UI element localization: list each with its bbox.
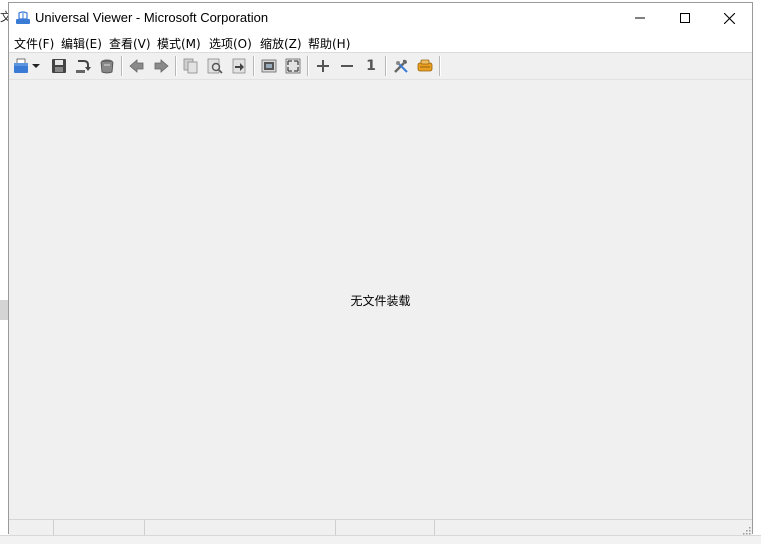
zoom-in-icon bbox=[317, 60, 329, 72]
copy-icon bbox=[183, 58, 198, 74]
toolbar-separator bbox=[121, 56, 123, 76]
open-file-icon bbox=[14, 58, 28, 73]
menu-mode[interactable]: 模式(M) bbox=[157, 35, 201, 52]
no-file-message: 无文件装载 bbox=[350, 294, 411, 308]
save-icon bbox=[52, 59, 66, 73]
menu-help[interactable]: 帮助(H) bbox=[308, 35, 350, 52]
status-bar bbox=[9, 519, 752, 535]
fullscreen-icon bbox=[285, 58, 301, 74]
background-window-edge bbox=[0, 300, 8, 320]
minimize-icon bbox=[634, 17, 645, 19]
open-button[interactable] bbox=[11, 56, 31, 76]
fit-window-icon bbox=[261, 59, 277, 73]
fit-window-button[interactable] bbox=[259, 56, 279, 76]
toolbar-separator bbox=[175, 56, 177, 76]
actual-size-icon: 1 bbox=[366, 58, 376, 74]
open-dropdown-button[interactable] bbox=[31, 56, 41, 76]
window-title: Universal Viewer - Microsoft Corporation bbox=[35, 10, 269, 25]
maximize-button[interactable] bbox=[662, 3, 707, 33]
forward-button[interactable] bbox=[151, 56, 171, 76]
copy-button[interactable] bbox=[181, 56, 201, 76]
viewer-content-area[interactable]: 无文件装载 bbox=[9, 80, 752, 520]
reload-icon bbox=[76, 60, 91, 73]
app-window: Universal Viewer - Microsoft Corporation… bbox=[8, 2, 753, 535]
reload-button[interactable] bbox=[73, 56, 93, 76]
app-icon bbox=[15, 10, 31, 26]
toolbar: 1 bbox=[9, 53, 752, 80]
zoom-out-button[interactable] bbox=[337, 56, 357, 76]
close-icon bbox=[724, 12, 735, 24]
resize-grip-icon[interactable] bbox=[741, 524, 751, 535]
toolbar-separator bbox=[253, 56, 255, 76]
title-bar[interactable]: Universal Viewer - Microsoft Corporation bbox=[9, 3, 752, 33]
close-button[interactable] bbox=[707, 3, 752, 33]
menu-file[interactable]: 文件(F) bbox=[14, 35, 54, 52]
menu-view[interactable]: 查看(V) bbox=[109, 35, 151, 52]
menu-bar: 文件(F) 编辑(E) 查看(V) 模式(M) 选项(O) 缩放(Z) 帮助(H… bbox=[9, 33, 752, 53]
fullscreen-button[interactable] bbox=[283, 56, 303, 76]
zoom-out-icon bbox=[341, 65, 353, 67]
print-button[interactable] bbox=[97, 56, 117, 76]
menu-options[interactable]: 选项(O) bbox=[209, 35, 252, 52]
status-pane bbox=[9, 520, 54, 535]
dropdown-arrow-icon bbox=[32, 64, 40, 68]
zoom-in-button[interactable] bbox=[313, 56, 333, 76]
status-pane bbox=[54, 520, 145, 535]
toolbar-separator bbox=[439, 56, 441, 76]
back-button[interactable] bbox=[127, 56, 147, 76]
actual-size-button[interactable]: 1 bbox=[361, 56, 381, 76]
toolbar-separator bbox=[307, 56, 309, 76]
toolbar-separator bbox=[385, 56, 387, 76]
find-button[interactable] bbox=[205, 56, 225, 76]
goto-icon bbox=[232, 58, 246, 74]
status-pane bbox=[145, 520, 336, 535]
forward-icon bbox=[154, 59, 169, 73]
tools-icon bbox=[394, 59, 408, 73]
goto-button[interactable] bbox=[229, 56, 249, 76]
minimize-button[interactable] bbox=[617, 3, 662, 33]
tools-button[interactable] bbox=[391, 56, 411, 76]
find-icon bbox=[207, 58, 223, 74]
save-button[interactable] bbox=[49, 56, 69, 76]
menu-zoom[interactable]: 缩放(Z) bbox=[260, 35, 302, 52]
status-pane bbox=[336, 520, 435, 535]
plugins-button[interactable] bbox=[415, 56, 435, 76]
back-icon bbox=[129, 59, 144, 73]
menu-edit[interactable]: 编辑(E) bbox=[61, 35, 102, 52]
plugins-icon bbox=[417, 59, 433, 72]
print-icon bbox=[100, 59, 114, 74]
maximize-icon bbox=[679, 13, 690, 23]
